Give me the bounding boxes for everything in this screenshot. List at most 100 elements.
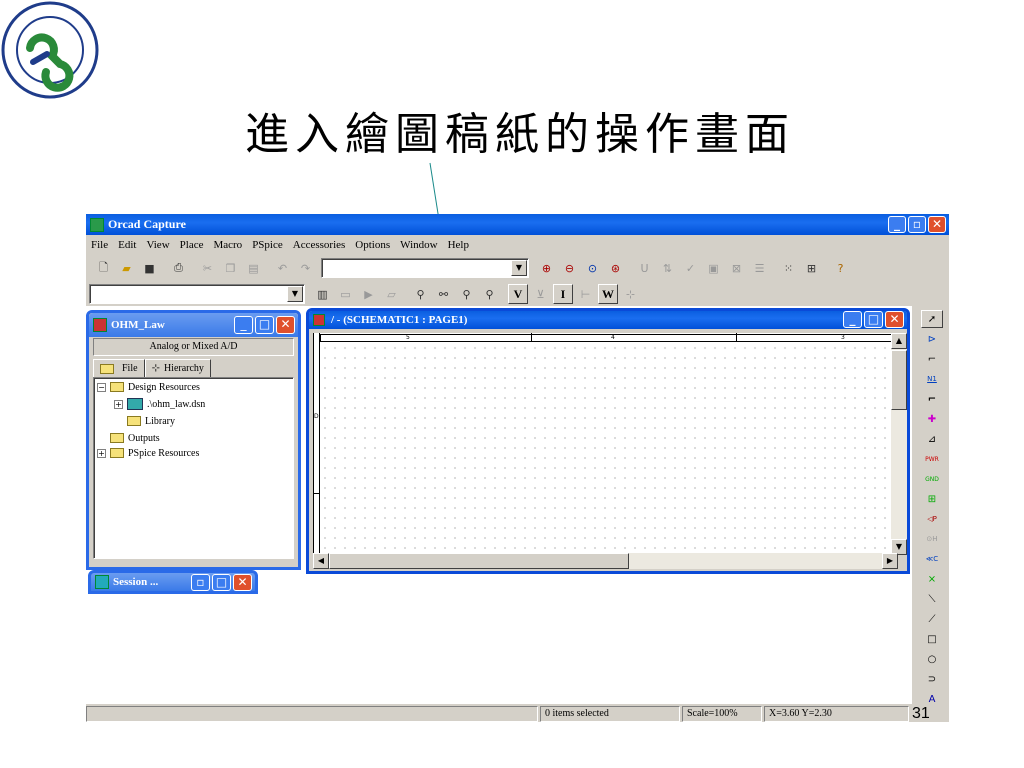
drc-icon[interactable]: ✓	[680, 258, 701, 278]
off-page-icon[interactable]: ≪C	[921, 550, 943, 568]
zoom-area-icon[interactable]: ⊙	[582, 258, 603, 278]
expand-icon[interactable]: +	[114, 399, 123, 409]
tree-design-file[interactable]: + .\ohm_law.dsn	[114, 397, 205, 411]
session-restore-button[interactable]: ▫	[191, 574, 210, 591]
print-icon[interactable]: ⎙	[168, 258, 189, 278]
scroll-right-icon[interactable]: ▶	[882, 553, 898, 569]
schematic-titlebar[interactable]: / - (SCHEMATIC1 : PAGE1) _ □ ✕	[309, 311, 907, 329]
tree-pspice-resources[interactable]: + PSpice Resources	[97, 446, 199, 460]
scroll-left-icon[interactable]: ◀	[313, 553, 329, 569]
schematic-minimize-button[interactable]: _	[843, 311, 862, 328]
ground-icon[interactable]: GND	[921, 470, 943, 488]
copy-icon[interactable]: ❐	[220, 258, 241, 278]
tab-file[interactable]: File	[93, 359, 145, 377]
save-icon[interactable]: ■	[139, 258, 160, 278]
session-maximize-button[interactable]: □	[212, 574, 231, 591]
bom-icon[interactable]: ☰	[749, 258, 770, 278]
menu-edit[interactable]: Edit	[118, 239, 136, 251]
menu-place[interactable]: Place	[180, 239, 204, 251]
session-log-window[interactable]: Session ... ▫ □ ✕	[88, 570, 258, 594]
hierarchical-block-icon[interactable]: ⊞	[921, 490, 943, 508]
new-simulation-icon[interactable]: ▥	[312, 284, 333, 304]
menu-help[interactable]: Help	[448, 239, 469, 251]
port-icon[interactable]: ◁P	[921, 510, 943, 528]
cut-icon[interactable]: ✂	[197, 258, 218, 278]
power-level-icon[interactable]: ⊹	[620, 284, 641, 304]
zoom-all-icon[interactable]: ⊛	[605, 258, 626, 278]
arc-icon[interactable]: ⊃	[921, 670, 943, 688]
net-alias-icon[interactable]: N1	[921, 370, 943, 388]
netlist-icon[interactable]: ▣	[703, 258, 724, 278]
annotate-icon[interactable]: U	[634, 258, 655, 278]
part-combo[interactable]: ▼	[321, 258, 529, 278]
horizontal-scrollbar[interactable]: ◀ ▶	[313, 553, 898, 569]
scroll-thumb[interactable]	[891, 350, 907, 410]
pin-icon[interactable]: ⊙H	[921, 530, 943, 548]
menu-pspice[interactable]: PSpice	[252, 239, 283, 251]
tree-library[interactable]: Library	[127, 414, 175, 428]
redo-icon[interactable]: ↷	[295, 258, 316, 278]
vertical-scrollbar[interactable]: ▲ ▼	[891, 333, 907, 555]
current-button[interactable]: I	[553, 284, 573, 304]
collapse-icon[interactable]: −	[97, 382, 106, 392]
new-icon[interactable]: 🗋	[93, 258, 114, 278]
tab-hierarchy[interactable]: ⊹ Hierarchy	[144, 359, 211, 377]
ellipse-icon[interactable]: ○	[921, 650, 943, 668]
back-annotate-icon[interactable]: ⇅	[657, 258, 678, 278]
minimize-button[interactable]: _	[888, 216, 906, 233]
tree-outputs[interactable]: Outputs	[110, 431, 160, 445]
probe-icon[interactable]: ⚯	[433, 284, 454, 304]
paste-icon[interactable]: ▤	[243, 258, 264, 278]
bus-entry-icon[interactable]: ⊿	[921, 430, 943, 448]
menu-view[interactable]: View	[146, 239, 169, 251]
cross-ref-icon[interactable]: ⊠	[726, 258, 747, 278]
line-icon[interactable]: ⟍	[921, 590, 943, 608]
power-marker-icon[interactable]: ⚲	[479, 284, 500, 304]
marker-icon[interactable]: ⚲	[410, 284, 431, 304]
session-close-button[interactable]: ✕	[233, 574, 252, 591]
menu-options[interactable]: Options	[355, 239, 390, 251]
menu-accessories[interactable]: Accessories	[293, 239, 346, 251]
edit-simulation-icon[interactable]: ▭	[335, 284, 356, 304]
polyline-icon[interactable]: ⟋	[921, 610, 943, 628]
zoom-out-icon[interactable]: ⊖	[559, 258, 580, 278]
schematic-maximize-button[interactable]: □	[864, 311, 883, 328]
rectangle-icon[interactable]: □	[921, 630, 943, 648]
diff-marker-icon[interactable]: ⚲	[456, 284, 477, 304]
menu-macro[interactable]: Macro	[213, 239, 242, 251]
open-icon[interactable]: ▰	[116, 258, 137, 278]
project-manager-icon[interactable]: ⊞	[801, 258, 822, 278]
run-icon[interactable]: ▶	[358, 284, 379, 304]
select-tool-icon[interactable]: ➚	[921, 310, 943, 328]
pspice-profile-combo[interactable]: ▼	[89, 284, 305, 304]
voltage-button[interactable]: V	[508, 284, 528, 304]
expand-icon[interactable]: +	[97, 448, 106, 458]
no-connect-icon[interactable]: ⨯	[921, 570, 943, 588]
schematic-canvas[interactable]: 5 4 3 D	[313, 333, 898, 555]
project-titlebar[interactable]: OHM_Law _ □ ✕	[89, 313, 298, 337]
tree-design-resources[interactable]: − Design Resources	[97, 380, 200, 394]
window-titlebar[interactable]: Orcad Capture _ ▫ ✕	[86, 214, 949, 235]
junction-icon[interactable]: ✚	[921, 410, 943, 428]
schematic-close-button[interactable]: ✕	[885, 311, 904, 328]
hscroll-thumb[interactable]	[329, 553, 629, 569]
project-tree[interactable]: − Design Resources + .\ohm_law.dsn Libra…	[93, 377, 294, 559]
snap-grid-icon[interactable]: ⁙	[778, 258, 799, 278]
restore-button[interactable]: ▫	[908, 216, 926, 233]
menu-window[interactable]: Window	[400, 239, 437, 251]
menu-file[interactable]: File	[91, 239, 108, 251]
place-part-icon[interactable]: ⊳	[921, 330, 943, 348]
help-icon[interactable]: ?	[830, 258, 851, 278]
close-button[interactable]: ✕	[928, 216, 946, 233]
undo-icon[interactable]: ↶	[272, 258, 293, 278]
project-minimize-button[interactable]: _	[234, 316, 253, 334]
place-bus-icon[interactable]: ⌐	[921, 390, 943, 408]
project-maximize-button[interactable]: □	[255, 316, 274, 334]
voltage-level-icon[interactable]: ⊻	[530, 284, 551, 304]
zoom-in-icon[interactable]: ⊕	[536, 258, 557, 278]
current-level-icon[interactable]: ⊢	[575, 284, 596, 304]
power-icon[interactable]: PWR	[921, 450, 943, 468]
view-results-icon[interactable]: ▱	[381, 284, 402, 304]
scroll-up-icon[interactable]: ▲	[891, 333, 907, 349]
project-close-button[interactable]: ✕	[276, 316, 295, 334]
